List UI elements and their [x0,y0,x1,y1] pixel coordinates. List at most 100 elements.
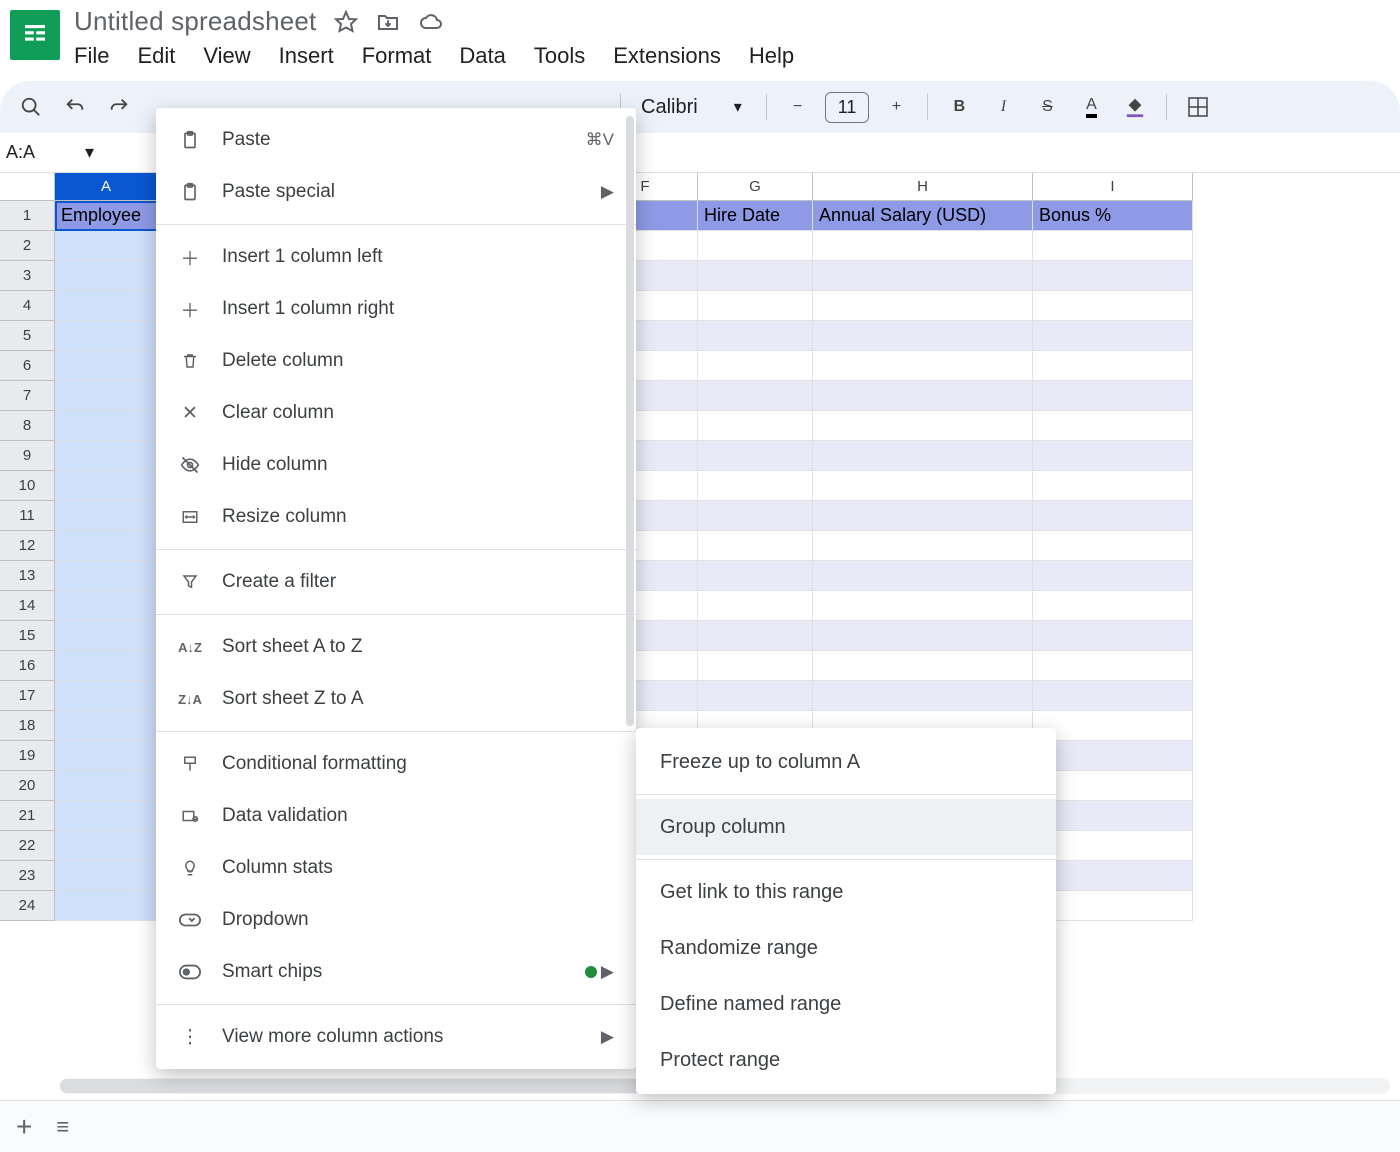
row-header[interactable]: 5 [0,321,55,351]
row-header[interactable]: 14 [0,591,55,621]
menu-format[interactable]: Format [362,43,432,69]
cell[interactable] [698,231,813,261]
cell[interactable] [698,291,813,321]
submenu-group[interactable]: Group column [636,799,1056,855]
cell[interactable] [1033,741,1193,771]
menu-help[interactable]: Help [749,43,794,69]
cell[interactable] [55,711,158,741]
row-header[interactable]: 21 [0,801,55,831]
cell[interactable] [698,621,813,651]
cell[interactable] [55,441,158,471]
text-color-icon[interactable]: A [1074,90,1108,124]
cell[interactable] [55,681,158,711]
menu-file[interactable]: File [74,43,109,69]
cell[interactable] [55,861,158,891]
cell[interactable] [813,261,1033,291]
row-header[interactable]: 10 [0,471,55,501]
menu-edit[interactable]: Edit [137,43,175,69]
cell[interactable] [1033,321,1193,351]
star-icon[interactable] [334,10,358,34]
row-header[interactable]: 18 [0,711,55,741]
row-header[interactable]: 11 [0,501,55,531]
row-header[interactable]: 7 [0,381,55,411]
cell[interactable] [813,351,1033,381]
menu-resize-col[interactable]: Resize column [156,491,636,543]
decrease-font-icon[interactable]: − [781,90,815,124]
cell[interactable] [1033,711,1193,741]
add-sheet-icon[interactable]: + [16,1111,32,1143]
select-all-corner[interactable] [0,173,55,201]
row-header[interactable]: 19 [0,741,55,771]
name-box[interactable]: A:A ▾ [0,142,108,163]
row-header[interactable]: 9 [0,441,55,471]
cell[interactable] [1033,561,1193,591]
increase-font-icon[interactable]: + [879,90,913,124]
menu-paste-special[interactable]: Paste special ▶ [156,166,636,218]
cell[interactable] [1033,531,1193,561]
font-dropdown-icon[interactable]: ▾ [734,97,742,117]
row-header[interactable]: 20 [0,771,55,801]
col-header-G[interactable]: G [698,173,813,201]
cell[interactable] [813,441,1033,471]
row-header[interactable]: 13 [0,561,55,591]
cell[interactable] [698,651,813,681]
cell[interactable] [698,441,813,471]
row-header[interactable]: 4 [0,291,55,321]
cell[interactable] [55,411,158,441]
cell[interactable] [698,351,813,381]
cell[interactable] [813,291,1033,321]
menu-extensions[interactable]: Extensions [613,43,721,69]
cell[interactable] [55,531,158,561]
row-header[interactable]: 1 [0,201,55,231]
menu-delete-col[interactable]: Delete column [156,335,636,387]
col-header-H[interactable]: H [813,173,1033,201]
cell[interactable] [1033,621,1193,651]
cell[interactable] [1033,591,1193,621]
row-header[interactable]: 15 [0,621,55,651]
row-header[interactable]: 23 [0,861,55,891]
cell[interactable] [1033,471,1193,501]
font-size-input[interactable]: 11 [825,92,870,123]
cell[interactable] [55,381,158,411]
cell[interactable] [55,891,158,921]
cell[interactable] [55,501,158,531]
cell[interactable] [813,231,1033,261]
cell[interactable] [813,501,1033,531]
italic-icon[interactable]: I [986,90,1020,124]
cell[interactable] [698,561,813,591]
row-header[interactable]: 2 [0,231,55,261]
cell[interactable] [55,741,158,771]
all-sheets-icon[interactable]: ≡ [56,1114,69,1140]
cell[interactable] [813,681,1033,711]
row-header[interactable]: 8 [0,411,55,441]
bold-icon[interactable]: B [942,90,976,124]
doc-title[interactable]: Untitled spreadsheet [74,6,316,37]
cell[interactable]: Annual Salary (USD) [813,201,1033,231]
search-icon[interactable] [14,90,48,124]
cell[interactable] [1033,441,1193,471]
undo-icon[interactable] [58,90,92,124]
cell[interactable] [698,471,813,501]
cell[interactable] [1033,411,1193,441]
menu-view-more-actions[interactable]: ⋮View more column actions▶ [156,1011,636,1063]
cell[interactable] [698,591,813,621]
menu-insert-col-right[interactable]: ＋Insert 1 column right [156,283,636,335]
menu-sort-az[interactable]: A↓ZSort sheet A to Z [156,621,636,673]
strike-icon[interactable]: S [1030,90,1064,124]
fill-color-icon[interactable] [1118,90,1152,124]
cell[interactable] [55,561,158,591]
cell[interactable] [1033,771,1193,801]
menu-paste[interactable]: Paste ⌘V [156,114,636,166]
cell[interactable]: Bonus % [1033,201,1193,231]
cell[interactable] [1033,501,1193,531]
font-name[interactable]: Calibri [641,96,698,119]
context-scrollbar[interactable] [626,116,634,726]
cell[interactable] [813,561,1033,591]
cell[interactable] [813,411,1033,441]
cell[interactable] [1033,891,1193,921]
redo-icon[interactable] [102,90,136,124]
cell[interactable]: Employee [55,201,158,231]
cell[interactable] [1033,291,1193,321]
menu-insert[interactable]: Insert [279,43,334,69]
cell[interactable] [698,411,813,441]
